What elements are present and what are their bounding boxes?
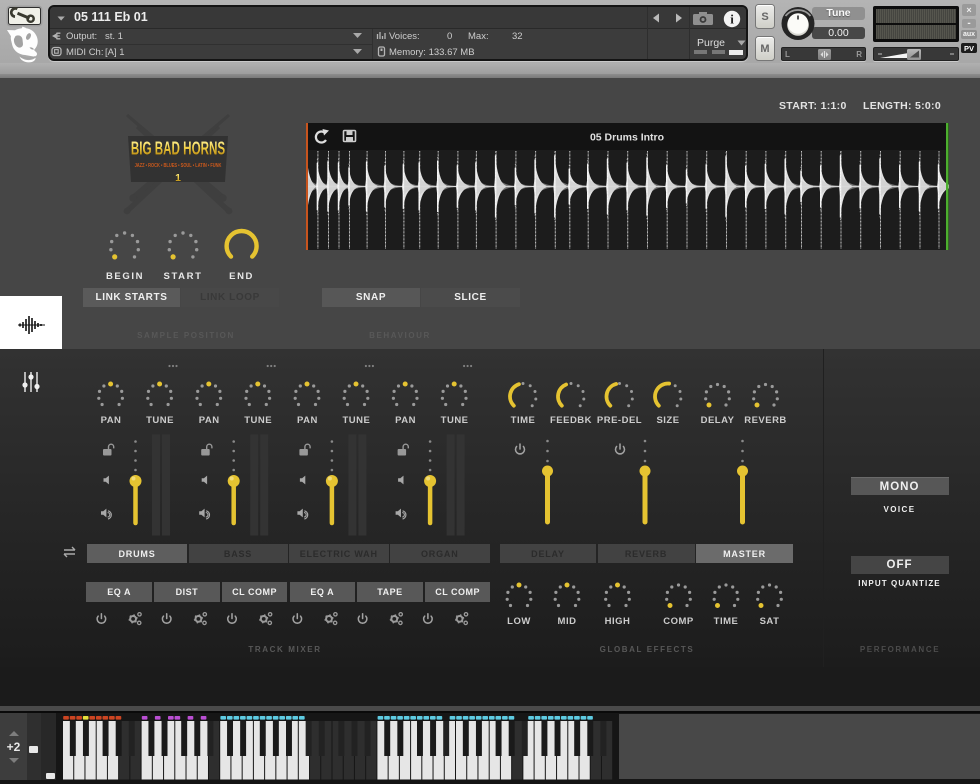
svg-text:1: 1 <box>175 172 181 184</box>
svg-text:i: i <box>730 12 734 27</box>
svg-text:BIG BAD HORNS: BIG BAD HORNS <box>131 139 225 159</box>
svg-text:05 Drums Intro: 05 Drums Intro <box>590 132 664 144</box>
svg-text:JAZZ • ROCK • BLUES • SOUL • L: JAZZ • ROCK • BLUES • SOUL • LATIN • FUN… <box>135 163 222 169</box>
